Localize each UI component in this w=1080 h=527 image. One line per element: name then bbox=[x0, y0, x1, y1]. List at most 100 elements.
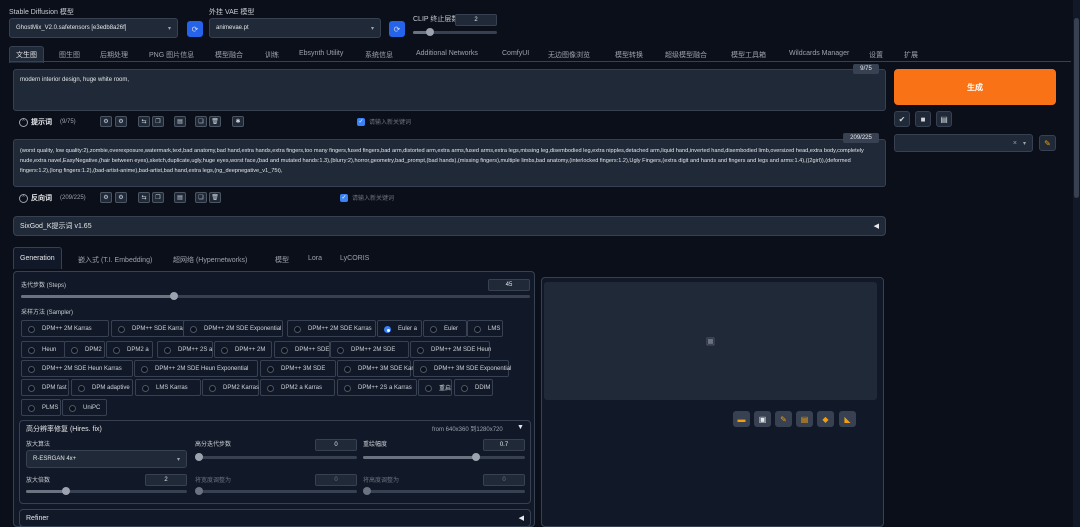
sampler-option[interactable]: DPM fast bbox=[21, 379, 69, 396]
collapse-triangle-icon[interactable]: ▼ bbox=[517, 424, 524, 431]
sampler-option[interactable]: DPM2 Karras bbox=[202, 379, 259, 396]
generate-button[interactable]: 生成 bbox=[894, 69, 1056, 105]
upscaler-select[interactable]: R-ESRGAN 4x+ ▾ bbox=[26, 450, 187, 468]
tab-3[interactable]: PNG 图片信息 bbox=[149, 50, 194, 60]
zip-icon[interactable]: ✎ bbox=[775, 411, 792, 427]
sampler-option[interactable]: DPM++ 2M SDE Karras bbox=[287, 320, 376, 337]
scale-value[interactable]: 2 bbox=[145, 474, 187, 486]
sampler-option[interactable]: DPM2 a bbox=[106, 341, 153, 358]
sampler-option[interactable]: DPM++ 3M SDE Exponential bbox=[413, 360, 511, 377]
check-icon[interactable]: ✓ bbox=[357, 117, 365, 126]
tab-13[interactable]: 模型工具箱 bbox=[731, 50, 766, 60]
prompt-search[interactable]: ✓ 请输入新关键词 bbox=[357, 116, 886, 127]
sampler-option[interactable]: DPM++ 3M SDE Karras bbox=[337, 360, 422, 377]
sampler-option[interactable]: DPM++ 2M SDE Heun Karras bbox=[21, 360, 133, 377]
send-to-extras-icon[interactable]: ◣ bbox=[839, 411, 856, 427]
subtab-5[interactable]: LyCORIS bbox=[340, 255, 369, 262]
sampler-option[interactable]: Euler a bbox=[377, 320, 422, 337]
sampler-option[interactable]: DDIM bbox=[454, 379, 493, 396]
clip-value[interactable]: 2 bbox=[455, 14, 497, 26]
gear-icon[interactable]: ⚙ bbox=[100, 116, 112, 127]
sampler-option[interactable]: PLMS bbox=[21, 399, 61, 416]
height-value[interactable]: 0 bbox=[483, 474, 525, 486]
subtab-1[interactable]: 嵌入式 (T.I. Embedding) bbox=[78, 255, 152, 265]
apply-style-button[interactable]: ✔ bbox=[894, 111, 910, 127]
tab-1[interactable]: 图生图 bbox=[59, 50, 80, 60]
tab-7[interactable]: 系统信息 bbox=[365, 50, 393, 60]
tab-12[interactable]: 超级模型融合 bbox=[665, 50, 707, 60]
sampler-option[interactable]: DPM++ 2M bbox=[214, 341, 272, 358]
hires-steps-slider[interactable] bbox=[195, 453, 357, 461]
subtab-3[interactable]: 模型 bbox=[275, 255, 289, 265]
clear-button[interactable]: ■ bbox=[915, 111, 931, 127]
hires-steps-value[interactable]: 0 bbox=[315, 439, 357, 451]
vae-select[interactable]: animevae.pt ▾ bbox=[209, 18, 381, 38]
trash-icon[interactable]: 🗑 bbox=[209, 116, 221, 127]
hires-title[interactable]: 高分辨率修复 (Hires. fix) bbox=[26, 424, 102, 434]
sampler-option[interactable]: DPM++ 2S a bbox=[157, 341, 213, 358]
tab-2[interactable]: 后期处理 bbox=[100, 50, 128, 60]
collapse-icon[interactable]: ⌃ bbox=[19, 193, 28, 203]
edit-style-button[interactable]: ✎ bbox=[1039, 135, 1056, 151]
collapse-icon[interactable]: ⌃ bbox=[19, 117, 28, 127]
subtab-4[interactable]: Lora bbox=[308, 255, 322, 262]
tab-8[interactable]: Additional Networks bbox=[416, 50, 478, 57]
history-icon[interactable]: ▤ bbox=[174, 116, 186, 127]
tab-6[interactable]: Ebsynth Utility bbox=[299, 50, 343, 57]
scrollbar-thumb[interactable] bbox=[1074, 18, 1079, 198]
duplicate-icon[interactable]: ❏ bbox=[195, 116, 207, 127]
refresh-vae-button[interactable]: ⟳ bbox=[389, 21, 405, 37]
prompt-textarea[interactable]: modern interior design, huge white room, bbox=[13, 69, 886, 111]
sampler-option[interactable]: 重启 bbox=[418, 379, 452, 396]
styles-button[interactable]: ▤ bbox=[936, 111, 952, 127]
refiner-accordion[interactable]: Refiner ◀ bbox=[19, 509, 531, 527]
gear-icon[interactable]: ⚙ bbox=[100, 192, 112, 203]
sampler-option[interactable]: UniPC bbox=[62, 399, 107, 416]
sampler-option[interactable]: DPM++ SDE bbox=[274, 341, 330, 358]
send-to-inpaint-icon[interactable]: ◆ bbox=[817, 411, 834, 427]
sampler-option[interactable]: DPM++ 2M SDE Exponential bbox=[183, 320, 283, 337]
tab-5[interactable]: 训练 bbox=[265, 50, 279, 60]
steps-value[interactable]: 45 bbox=[488, 279, 530, 291]
tab-10[interactable]: 无边图像浏览 bbox=[548, 50, 590, 60]
steps-slider[interactable] bbox=[21, 292, 530, 300]
styles-select[interactable]: × ▾ bbox=[894, 134, 1033, 152]
translate-icon[interactable]: ⇆ bbox=[138, 192, 150, 203]
sampler-option[interactable]: LMS bbox=[467, 320, 503, 337]
denoise-value[interactable]: 0.7 bbox=[483, 439, 525, 451]
sampler-option[interactable]: DPM++ 2M SDE Heun Exponential bbox=[134, 360, 258, 377]
tab-11[interactable]: 模型转换 bbox=[615, 50, 643, 60]
sampler-option[interactable]: DPM++ 3M SDE bbox=[260, 360, 336, 377]
subtab-2[interactable]: 超网络 (Hypernetworks) bbox=[173, 255, 247, 265]
subtab-0[interactable]: Generation bbox=[13, 247, 62, 269]
negative-textarea[interactable]: (worst quality, low quality:2),zombie,ov… bbox=[13, 139, 886, 187]
settings-icon[interactable]: ⚙ bbox=[115, 192, 127, 203]
tab-15[interactable]: 设置 bbox=[869, 50, 883, 60]
sampler-option[interactable]: DPM++ 2M Karras bbox=[21, 320, 109, 337]
width-value[interactable]: 0 bbox=[315, 474, 357, 486]
scale-slider[interactable] bbox=[26, 487, 187, 495]
scrollbar[interactable] bbox=[1073, 0, 1080, 527]
folder-icon[interactable]: ▬ bbox=[733, 411, 750, 427]
width-slider[interactable] bbox=[195, 487, 357, 495]
check-icon[interactable]: ✓ bbox=[340, 193, 348, 202]
sampler-option[interactable]: DPM2 bbox=[64, 341, 105, 358]
settings-icon[interactable]: ⚙ bbox=[115, 116, 127, 127]
trash-icon[interactable]: 🗑 bbox=[209, 192, 221, 203]
height-slider[interactable] bbox=[363, 487, 525, 495]
sampler-option[interactable]: DPM adaptive bbox=[71, 379, 133, 396]
duplicate-icon[interactable]: ❏ bbox=[195, 192, 207, 203]
send-to-img2img-icon[interactable]: ▤ bbox=[796, 411, 813, 427]
history-icon[interactable]: ▤ bbox=[174, 192, 186, 203]
copy-icon[interactable]: ❐ bbox=[152, 192, 164, 203]
sampler-option[interactable]: DPM++ 2M SDE bbox=[330, 341, 409, 358]
tab-4[interactable]: 模型融合 bbox=[215, 50, 243, 60]
refresh-model-button[interactable]: ⟳ bbox=[187, 21, 203, 37]
model-select[interactable]: GhostMix_V2.0.safetensors [e3edb8a26f] ▾ bbox=[9, 18, 178, 38]
tab-16[interactable]: 扩展 bbox=[904, 50, 918, 60]
sixgod-accordion[interactable]: SixGod_K提示词 v1.65 ◀ bbox=[13, 216, 886, 236]
close-icon[interactable]: × bbox=[1013, 140, 1017, 147]
denoise-slider[interactable] bbox=[363, 453, 525, 461]
negative-search[interactable]: ✓ 请输入新关键词 bbox=[340, 192, 886, 203]
random-icon[interactable]: ✱ bbox=[232, 116, 244, 127]
